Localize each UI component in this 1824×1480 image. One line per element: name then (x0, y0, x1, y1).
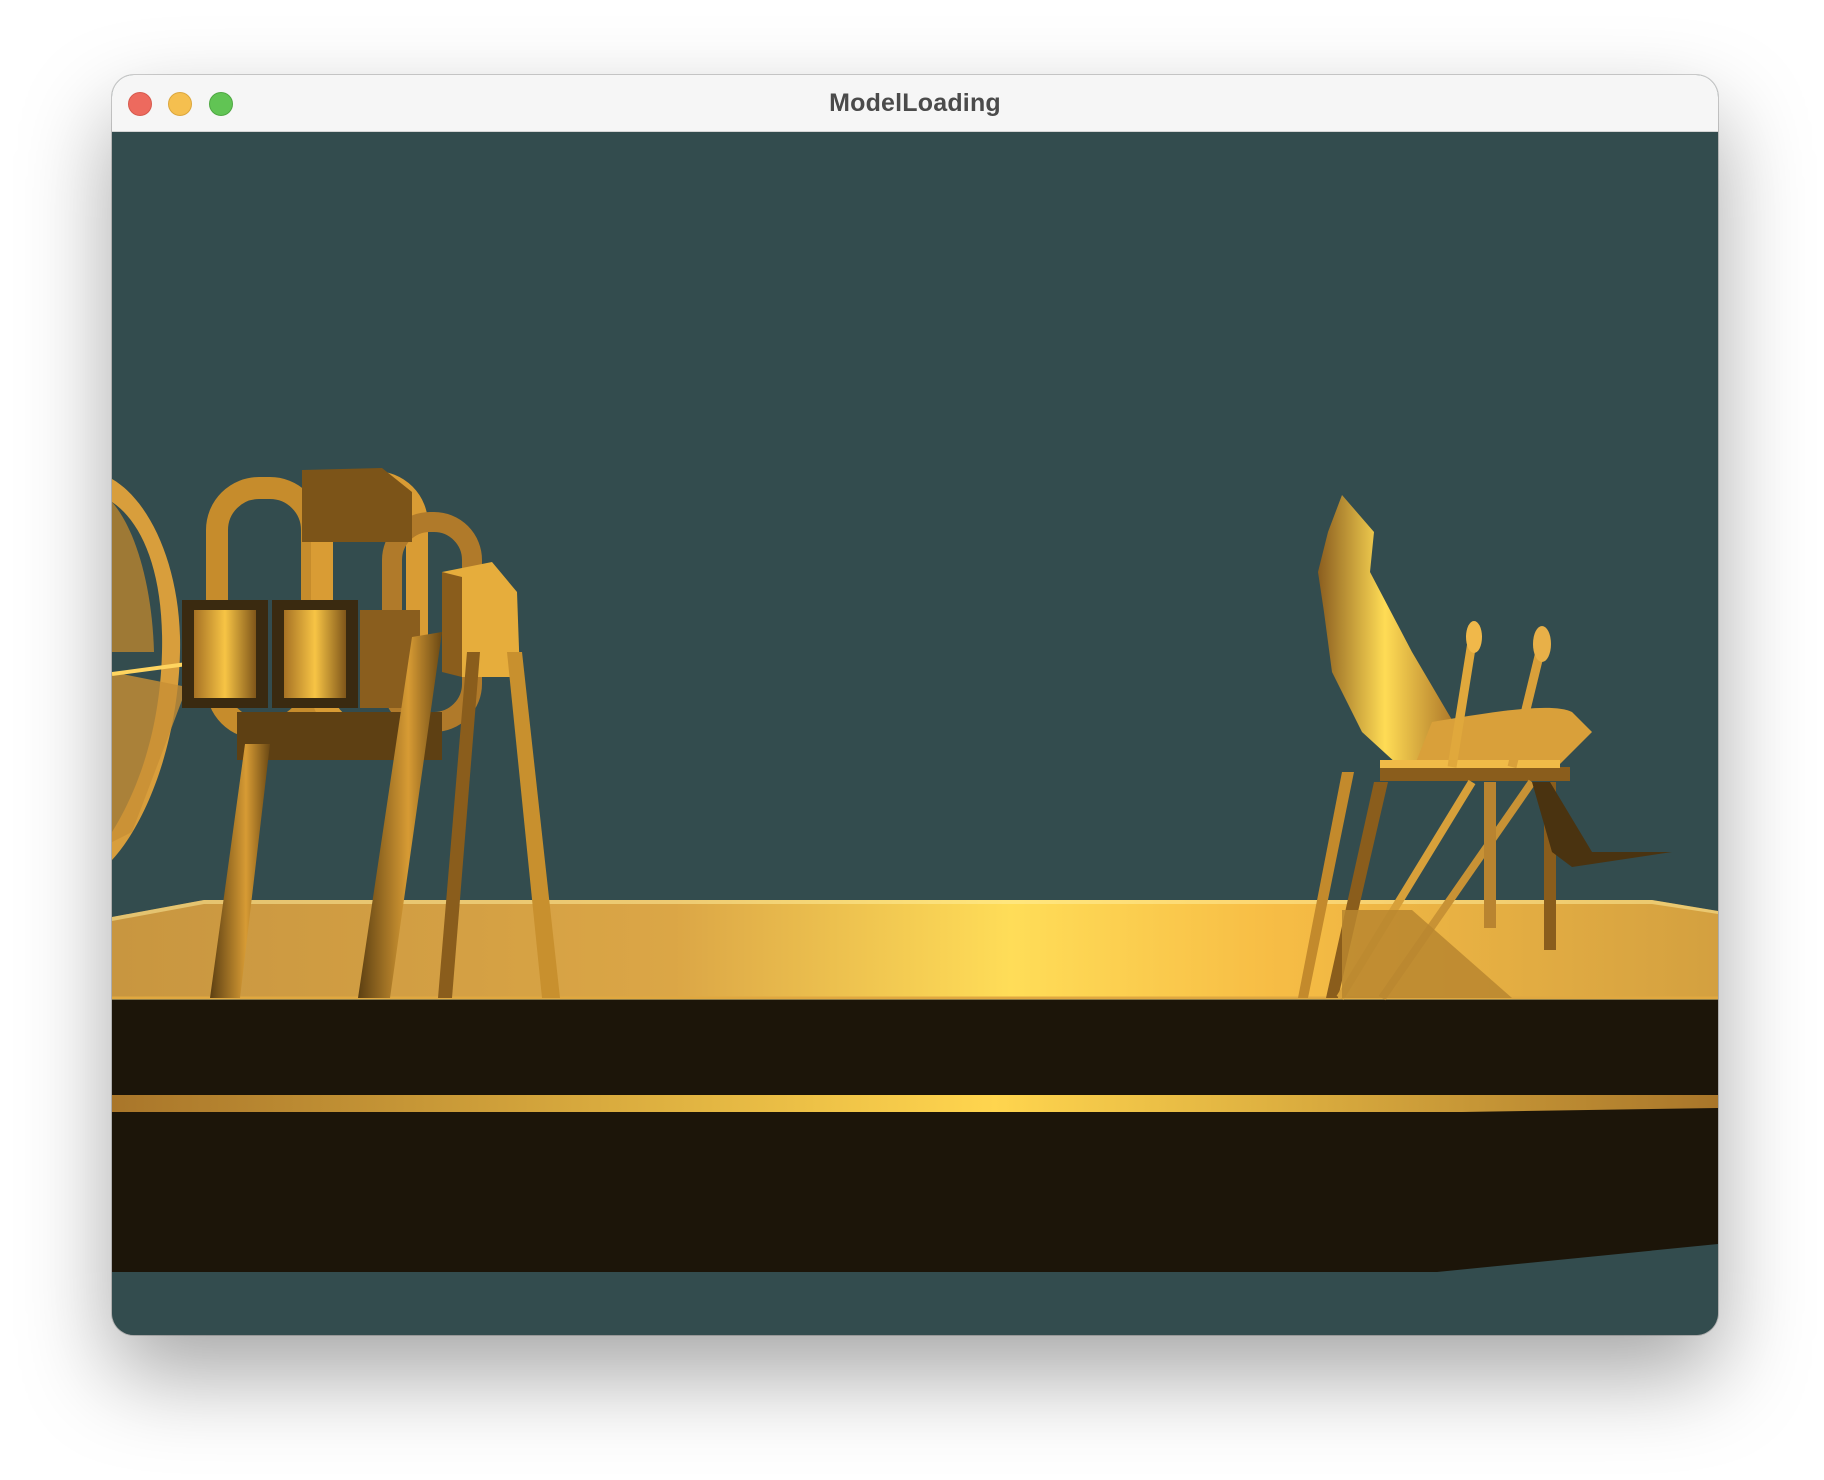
title-bar[interactable]: ModelLoading (112, 75, 1718, 132)
airboat-model-render (112, 468, 1718, 1272)
render-viewport[interactable] (112, 132, 1718, 1335)
app-window: ModelLoading (112, 75, 1718, 1335)
boat-hull (112, 1000, 1718, 1272)
window-title: ModelLoading (829, 89, 1001, 117)
